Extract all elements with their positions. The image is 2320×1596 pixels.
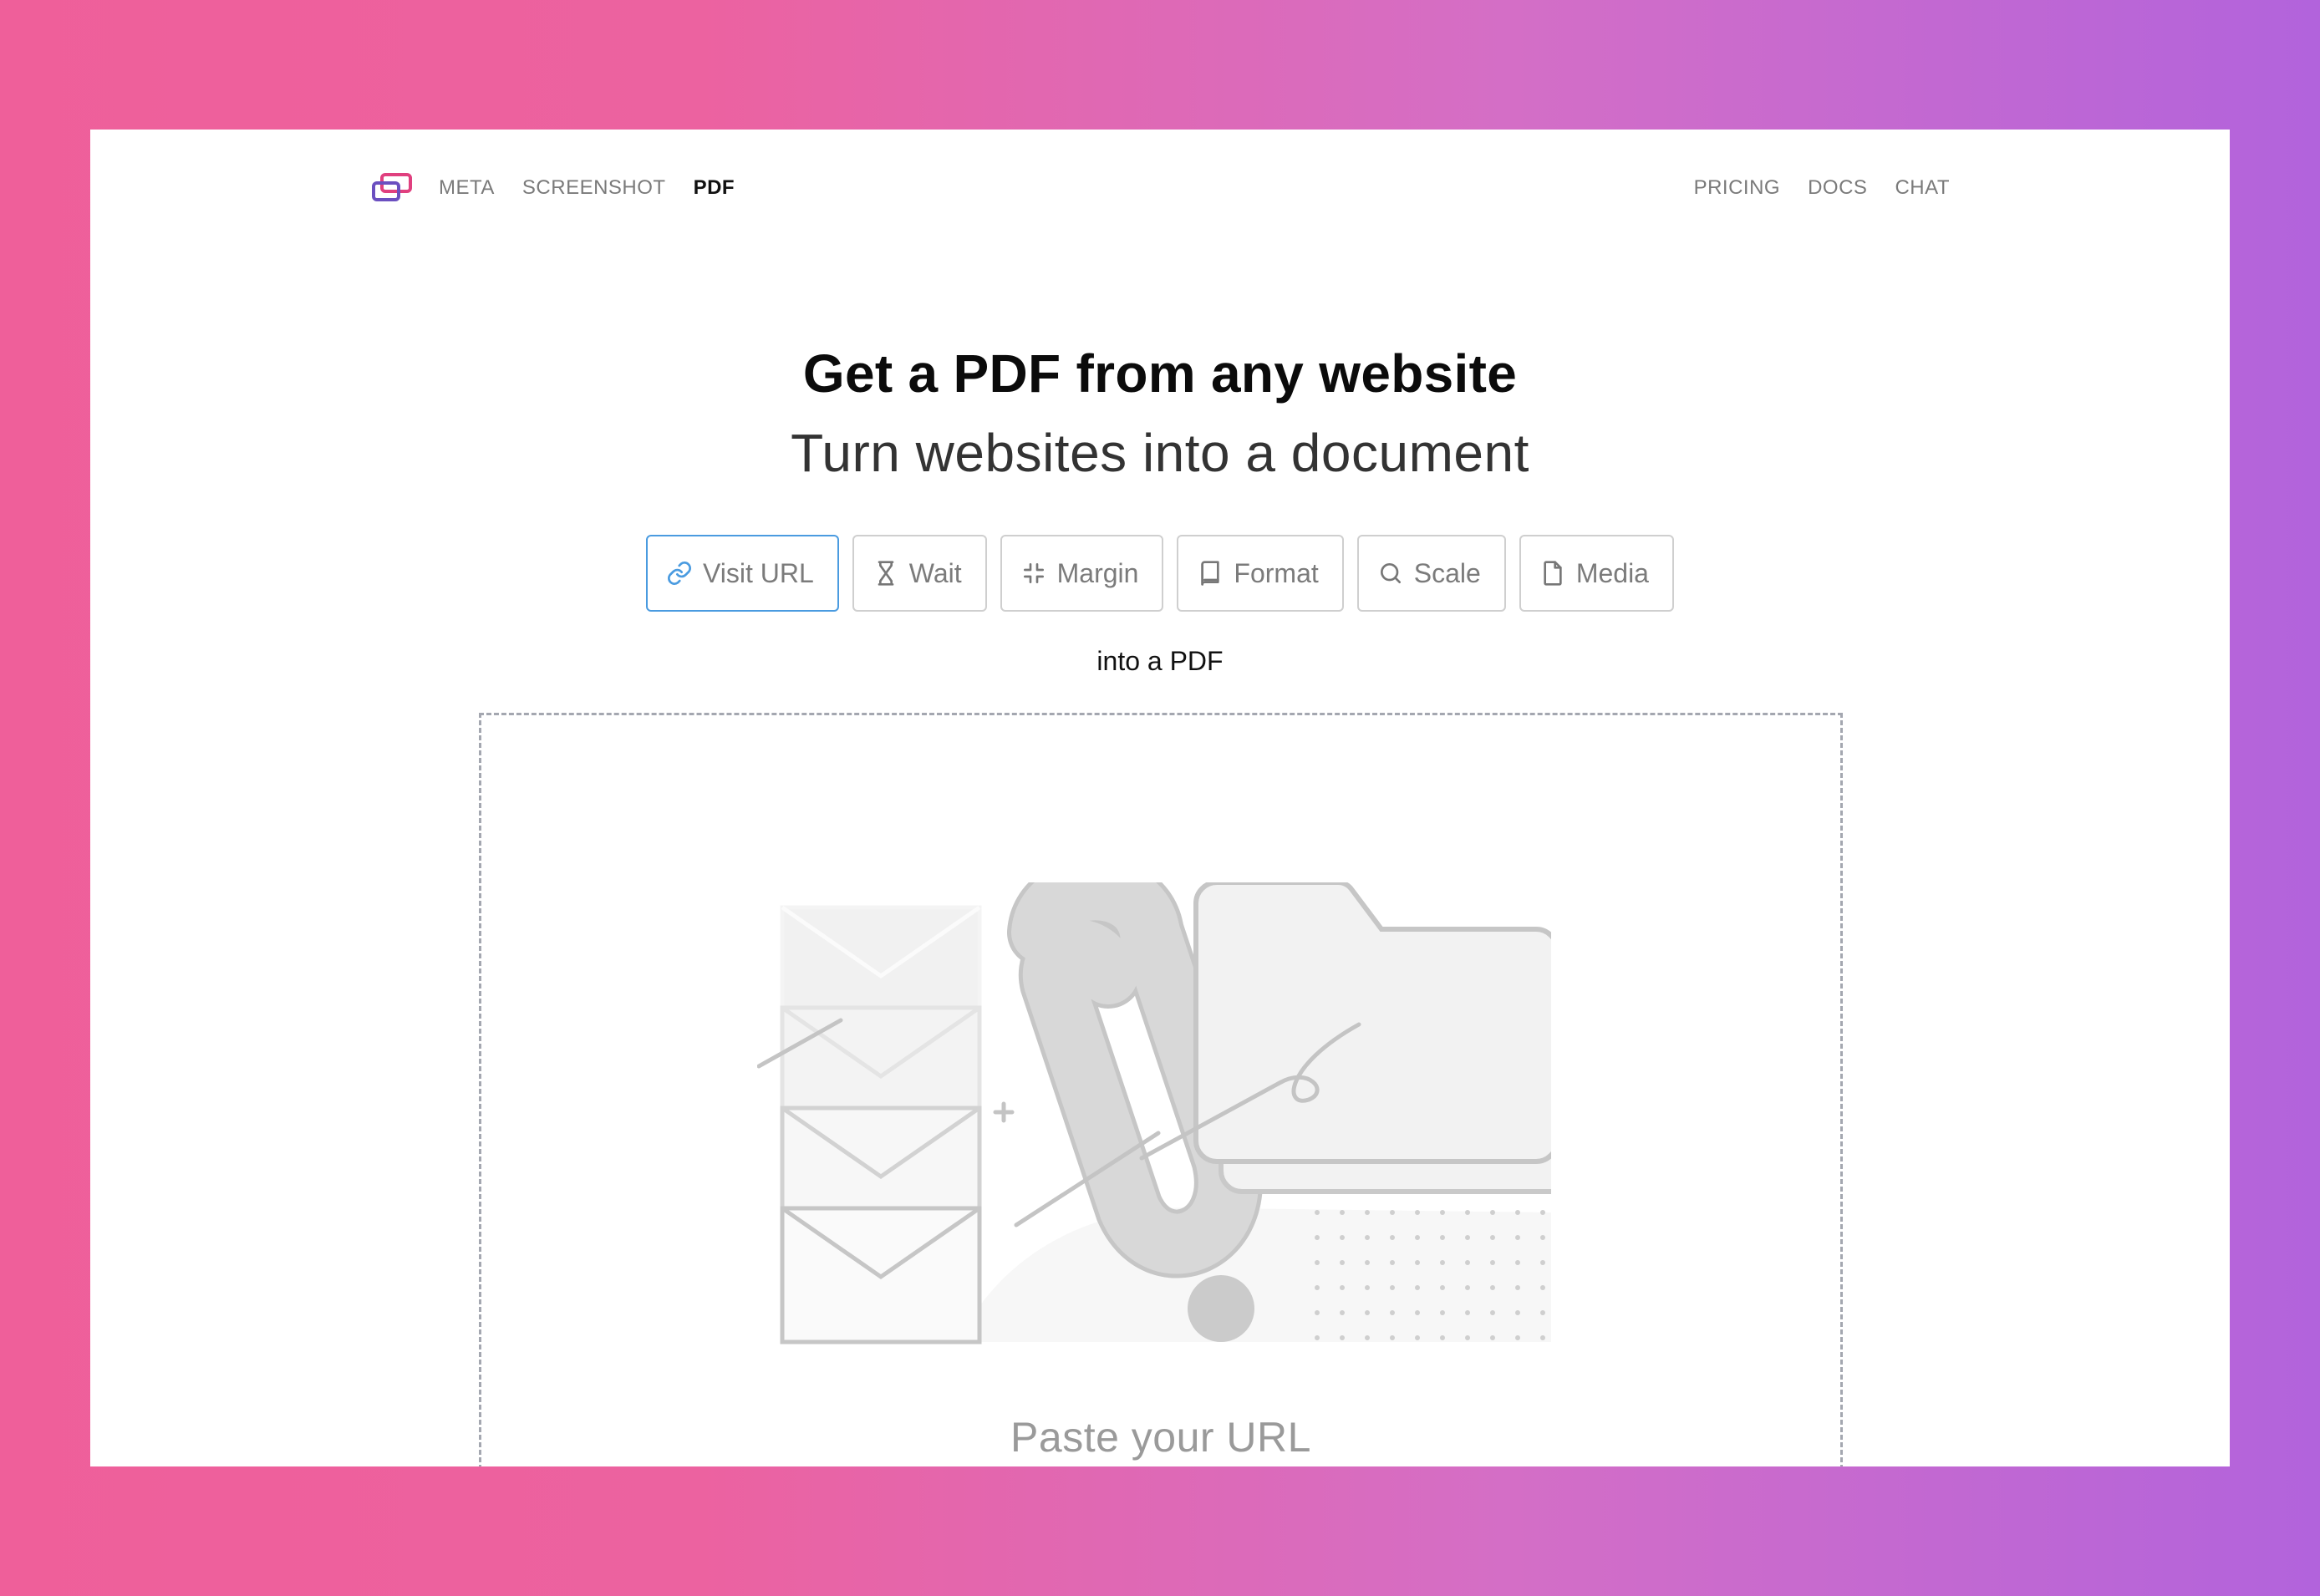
option-label: Margin	[1056, 557, 1139, 588]
nav-link-chat[interactable]: CHAT	[1895, 176, 1950, 200]
option-label: Visit URL	[703, 557, 814, 588]
attachment-illustration	[757, 882, 1551, 1344]
nav-link-docs[interactable]: DOCS	[1808, 176, 1867, 200]
option-label: Scale	[1413, 557, 1481, 588]
page-title: Get a PDF from any website	[802, 343, 1518, 404]
link-icon	[668, 562, 692, 585]
book-icon	[1201, 561, 1220, 586]
option-visit-url-button[interactable]: Visit URL	[646, 535, 839, 612]
compress-icon	[1023, 563, 1044, 583]
nav-link-pricing[interactable]: PRICING	[1694, 176, 1781, 200]
option-label: Media	[1575, 557, 1649, 588]
option-margin-button[interactable]: Margin	[1000, 535, 1164, 612]
hourglass-icon	[878, 561, 894, 586]
option-scale-button[interactable]: Scale	[1356, 535, 1506, 612]
file-icon	[1544, 561, 1562, 586]
url-dropzone[interactable]: Paste your URL	[479, 713, 1843, 1466]
option-buttons: Visit URL Wait Margin Format Scale Media	[90, 535, 2230, 612]
option-format-button[interactable]: Format	[1177, 535, 1344, 612]
option-media-button[interactable]: Media	[1519, 535, 1674, 612]
top-nav: META SCREENSHOT PDF PRICING DOCS CHAT	[370, 170, 1950, 206]
nav-link-pdf[interactable]: PDF	[694, 176, 735, 200]
app-window: META SCREENSHOT PDF PRICING DOCS CHAT Ge…	[90, 130, 2230, 1466]
option-label: Wait	[908, 557, 962, 588]
search-icon	[1380, 563, 1401, 583]
logo-icon[interactable]	[370, 171, 414, 205]
option-wait-button[interactable]: Wait	[852, 535, 987, 612]
nav-link-screenshot[interactable]: SCREENSHOT	[522, 176, 666, 200]
url-placeholder: Paste your URL	[1010, 1414, 1311, 1461]
option-label: Format	[1234, 557, 1319, 588]
page-subtitle: Turn websites into a document	[791, 423, 1529, 483]
into-pdf-text: into a PDF	[1096, 646, 1224, 676]
nav-link-meta[interactable]: META	[439, 176, 495, 200]
nav-right: PRICING DOCS CHAT	[1666, 176, 1950, 200]
